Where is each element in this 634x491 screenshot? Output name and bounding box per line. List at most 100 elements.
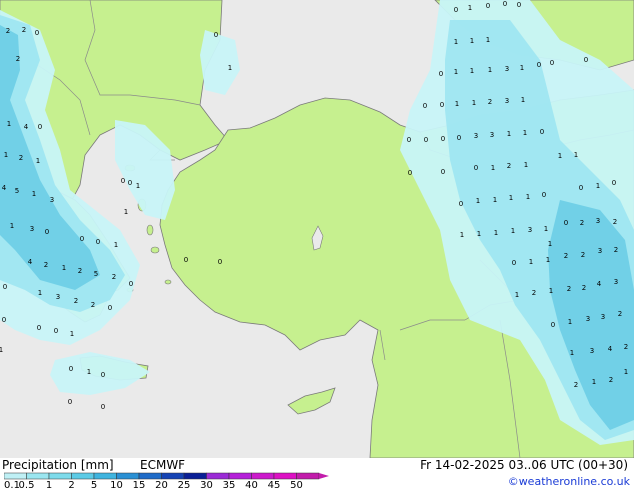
precip-value-label: 1 xyxy=(574,151,578,159)
precip-value-label: 0 xyxy=(517,1,521,9)
precip-value-label: 2 xyxy=(613,218,617,226)
scale-swatch xyxy=(71,472,95,480)
scale-tick-label: 1 xyxy=(45,480,53,491)
scale-swatch xyxy=(183,472,207,480)
precip-value-label: 0 xyxy=(540,128,544,136)
scale-tick-label: 5 xyxy=(90,480,98,491)
precip-value-label: 0 xyxy=(542,191,546,199)
scale-swatch xyxy=(273,472,297,480)
precip-value-label: 0 xyxy=(129,280,133,288)
precip-value-label: 1 xyxy=(558,152,562,160)
precip-value-label: 1 xyxy=(70,330,74,338)
precip-value-label: 1 xyxy=(523,129,527,137)
precip-value-label: 2 xyxy=(112,273,116,281)
precip-value-label: 2 xyxy=(564,252,568,260)
precip-value-label: 3 xyxy=(586,315,590,323)
precip-value-label: 2 xyxy=(582,284,586,292)
precip-value-label: 1 xyxy=(87,368,91,376)
precip-value-label: 3 xyxy=(505,97,509,105)
precip-value-label: 2 xyxy=(44,261,48,269)
precip-value-label: 3 xyxy=(56,293,60,301)
precip-value-label: 0 xyxy=(108,304,112,312)
valid-time: Fr 14-02-2025 03..06 UTC (00+30) xyxy=(420,458,628,472)
scale-tick-label: 30 xyxy=(200,480,213,491)
precip-value-label: 1 xyxy=(548,240,552,248)
precip-value-label: 0 xyxy=(474,164,478,172)
precip-value-label: 3 xyxy=(614,278,618,286)
scale-swatch xyxy=(251,472,275,480)
precip-value-label: 1 xyxy=(544,225,548,233)
map-canvas: 0 1 0 0 0 2 2 0 0 2 1 1 1 0 0 1 0 1 1 1 3 1 0 0 0 1 1 2 3 1 1 4 0 0 0 0 0 3 3 1… xyxy=(0,0,634,459)
precip-value-label: 2 xyxy=(78,267,82,275)
precip-value-label: 0 xyxy=(214,31,218,39)
precip-value-label: 0 xyxy=(440,101,444,109)
precip-value-label: 2 xyxy=(614,246,618,254)
precip-value-label: 0 xyxy=(38,123,42,131)
precip-value-label: 0 xyxy=(96,238,100,246)
precip-value-label: 1 xyxy=(470,67,474,75)
precip-value-label: 1 xyxy=(7,120,11,128)
scale-swatch xyxy=(4,472,27,480)
credit-link[interactable]: ©weatheronline.co.uk xyxy=(508,475,630,488)
precip-value-label: 0 xyxy=(101,403,105,411)
precip-value-label: 2 xyxy=(624,343,628,351)
scale-tick-label: 0.5 xyxy=(18,480,35,491)
precip-value-label: 1 xyxy=(509,194,513,202)
precip-value-label: 2 xyxy=(618,310,622,318)
precip-value-label: 2 xyxy=(532,289,536,297)
precip-value-label: 1 xyxy=(494,229,498,237)
precip-value-label: 0 xyxy=(441,135,445,143)
precip-value-label: 1 xyxy=(136,182,140,190)
scale-tick-label: 2 xyxy=(68,480,75,491)
precip-value-label: 0 xyxy=(503,0,507,8)
scale-swatch xyxy=(228,472,252,480)
precip-value-label: 0 xyxy=(45,228,49,236)
precip-value-label: 1 xyxy=(0,346,3,354)
precip-value-label: 0 xyxy=(54,327,58,335)
precip-value-label: 0 xyxy=(439,70,443,78)
precip-value-label: 2 xyxy=(19,154,23,162)
precip-value-label: 1 xyxy=(529,258,533,266)
scale-swatch xyxy=(26,472,50,480)
precip-value-label: 4 xyxy=(597,280,602,288)
precip-value-label: 1 xyxy=(460,231,464,239)
precip-value-label: 1 xyxy=(521,96,525,104)
precip-value-label: 1 xyxy=(32,190,36,198)
precip-value-label: 1 xyxy=(526,193,530,201)
scale-swatch xyxy=(296,472,320,480)
precip-value-label: 0 xyxy=(184,256,188,264)
scale-swatch xyxy=(138,472,162,480)
precip-value-label: 2 xyxy=(574,381,578,389)
precip-value-label: 3 xyxy=(50,196,54,204)
precip-value-label: 2 xyxy=(74,297,78,305)
precip-value-label: 5 xyxy=(94,270,98,278)
precip-value-label: 1 xyxy=(568,318,572,326)
precip-value-label: 2 xyxy=(488,98,492,106)
scale-tick-label: 45 xyxy=(267,480,281,491)
precip-value-label: 1 xyxy=(455,100,459,108)
precip-value-label: 0 xyxy=(512,259,516,267)
precip-value-label: 1 xyxy=(570,349,574,357)
precip-value-label: 0 xyxy=(218,258,222,266)
precip-value-label: 1 xyxy=(592,378,596,386)
precip-value-label: 4 xyxy=(24,123,29,131)
precip-value-label: 0 xyxy=(551,321,555,329)
precip-value-label: 3 xyxy=(598,247,602,255)
precip-value-label: 0 xyxy=(584,56,588,64)
precip-value-label: 0 xyxy=(35,29,39,37)
precip-value-label: 0 xyxy=(128,179,132,187)
precip-value-label: 0 xyxy=(564,219,568,227)
precip-value-label: 0 xyxy=(486,2,490,10)
precip-value-label: 0 xyxy=(423,102,427,110)
precip-value-label: 0 xyxy=(101,371,105,379)
scale-swatch xyxy=(48,472,72,480)
precip-value-label: 2 xyxy=(507,162,511,170)
scale-swatch xyxy=(93,472,117,480)
precip-value-label: 1 xyxy=(454,68,458,76)
legend-footer: Precipitation [mm] ECMWF Fr 14-02-2025 0… xyxy=(0,458,634,491)
precip-value-label: 0 xyxy=(80,235,84,243)
legend-model: ECMWF xyxy=(140,458,186,472)
precip-value-label: 2 xyxy=(567,285,571,293)
precip-value-label: 1 xyxy=(515,291,519,299)
scale-tick-label: 35 xyxy=(222,480,236,491)
